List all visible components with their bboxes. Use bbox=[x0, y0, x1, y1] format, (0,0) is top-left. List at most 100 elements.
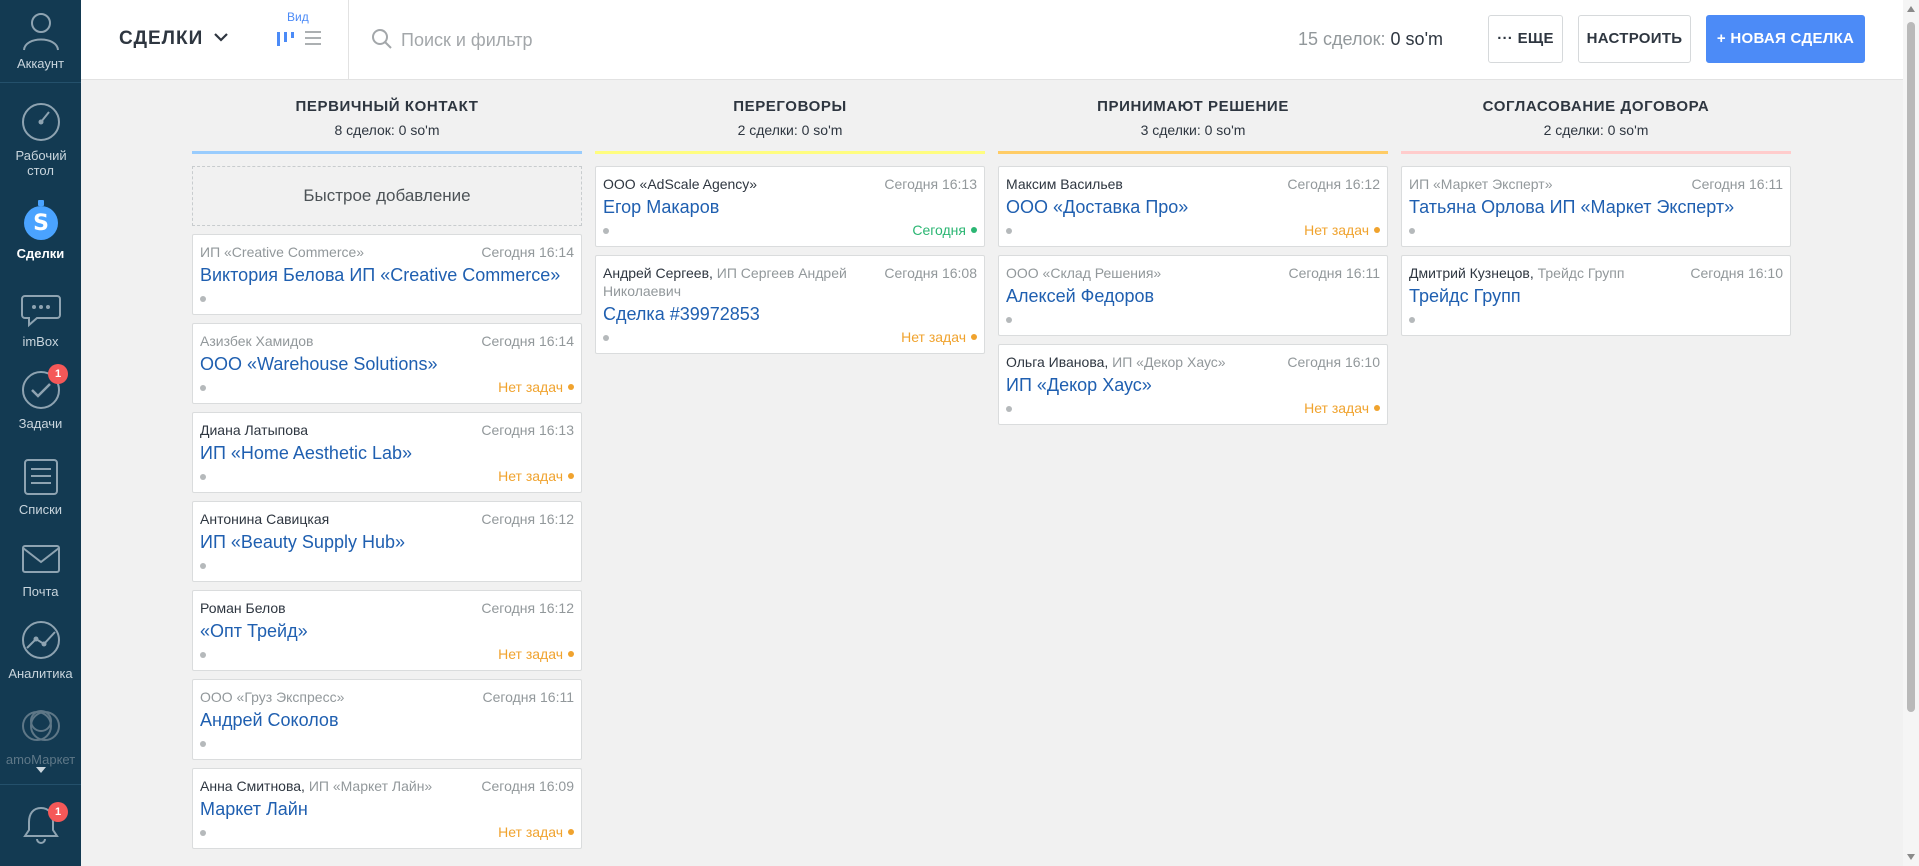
scroll-thumb[interactable] bbox=[1907, 22, 1915, 712]
card-contact[interactable]: ООО «Склад Решения» bbox=[1006, 264, 1169, 282]
kanban-view-icon[interactable] bbox=[274, 28, 296, 48]
deal-card[interactable]: ИП «Маркет Эксперт» Сегодня 16:11 Татьяна … bbox=[1401, 166, 1791, 247]
pipeline-column: ПРИНИМАЮТ РЕШЕНИЕ 3 сделки: 0 so'm Максим … bbox=[998, 80, 1388, 425]
scrollbar[interactable] bbox=[1903, 0, 1919, 866]
new-deal-button[interactable]: + НОВАЯ СДЕЛКА bbox=[1706, 15, 1865, 63]
deal-card[interactable]: Дмитрий Кузнецов, Трейдс Групп Сегодня 16… bbox=[1401, 255, 1791, 336]
envelope-icon bbox=[21, 545, 60, 573]
deal-card[interactable]: Ольга Иванова, ИП «Декор Хаус» Сегодня 16… bbox=[998, 344, 1388, 425]
task-status[interactable]: Нет задач bbox=[498, 645, 574, 663]
column-title: ПЕРЕГОВОРЫ bbox=[733, 98, 847, 115]
task-status[interactable]: Нет задач bbox=[498, 467, 574, 485]
deal-name-link[interactable]: ООО «Warehouse Solutions» bbox=[200, 353, 574, 375]
chevron-down-icon[interactable] bbox=[211, 27, 231, 47]
card-footer: Нет задач bbox=[603, 327, 977, 347]
column-header[interactable]: ПРИНИМАЮТ РЕШЕНИЕ 3 сделки: 0 so'm bbox=[998, 80, 1388, 154]
nav-imbox[interactable]: imBox bbox=[0, 286, 81, 349]
deal-card[interactable]: ИП «Creative Commerce» Сегодня 16:14 Викто… bbox=[192, 234, 582, 315]
task-status[interactable]: Нет задач bbox=[1304, 221, 1380, 239]
task-status[interactable]: Сегодня bbox=[912, 221, 977, 239]
deal-name-link[interactable]: Виктория Белова ИП «Creative Commerce» bbox=[200, 264, 574, 286]
column-color-bar bbox=[1401, 151, 1791, 154]
card-contact[interactable]: Роман Белов bbox=[200, 599, 294, 617]
nav-lists[interactable]: Списки bbox=[0, 454, 81, 517]
deal-card[interactable]: ООО «AdScale Agency» Сегодня 16:13 Егор Ма… bbox=[595, 166, 985, 247]
card-contact[interactable]: Андрей Сергеев, ИП Сергеев Андрей Никола… bbox=[603, 264, 884, 300]
card-contact[interactable]: Антонина Савицкая bbox=[200, 510, 337, 528]
search-input[interactable] bbox=[401, 24, 1061, 56]
column-summary: 8 сделок: 0 so'm bbox=[334, 122, 440, 138]
company-name: ИП «Маркет Лайн» bbox=[308, 778, 433, 794]
deal-name-link[interactable]: ООО «Доставка Про» bbox=[1006, 196, 1380, 218]
deal-name-link[interactable]: ИП «Beauty Supply Hub» bbox=[200, 531, 574, 553]
card-footer: Нет задач bbox=[1006, 398, 1380, 418]
pipeline-column: СОГЛАСОВАНИЕ ДОГОВОРА 2 сделки: 0 so'm ИП … bbox=[1401, 80, 1791, 336]
deal-name-link[interactable]: Егор Макаров bbox=[603, 196, 977, 218]
deal-name-link[interactable]: Алексей Федоров bbox=[1006, 285, 1380, 307]
deal-name-link[interactable]: Андрей Соколов bbox=[200, 709, 574, 731]
nav-analytics[interactable]: Аналитика bbox=[0, 618, 81, 681]
card-time: Сегодня 16:12 bbox=[1287, 176, 1380, 192]
nav-notifications[interactable]: 1 bbox=[0, 802, 81, 850]
list-view-icon[interactable] bbox=[303, 29, 323, 47]
deal-name-link[interactable]: «Опт Трейд» bbox=[200, 620, 574, 642]
deal-name-link[interactable]: Трейдс Групп bbox=[1409, 285, 1783, 307]
nav-dashboard[interactable]: Рабочий стол bbox=[0, 100, 81, 178]
chevron-down-icon[interactable] bbox=[35, 767, 46, 773]
contact-name: ООО «AdScale Agency» bbox=[603, 176, 758, 192]
setup-button[interactable]: НАСТРОИТЬ bbox=[1578, 15, 1691, 63]
deal-card[interactable]: Антонина Савицкая Сегодня 16:12 ИП «Beauty… bbox=[192, 501, 582, 582]
scroll-down-arrow-icon[interactable] bbox=[1907, 854, 1915, 860]
card-contact[interactable]: Дмитрий Кузнецов, Трейдс Групп bbox=[1409, 264, 1632, 282]
nav-mail[interactable]: Почта bbox=[0, 536, 81, 599]
task-status[interactable]: Нет задач bbox=[498, 378, 574, 396]
deal-card[interactable]: Диана Латыпова Сегодня 16:13 ИП «Home Aest… bbox=[192, 412, 582, 493]
card-contact[interactable]: Диана Латыпова bbox=[200, 421, 316, 439]
deal-name-link[interactable]: Татьяна Орлова ИП «Маркет Эксперт» bbox=[1409, 196, 1783, 218]
deal-card[interactable]: Азизбек Хамидов Сегодня 16:14 ООО «Warehou… bbox=[192, 323, 582, 404]
deal-name-link[interactable]: ИП «Home Aesthetic Lab» bbox=[200, 442, 574, 464]
card-contact[interactable]: ООО «Груз Экспресс» bbox=[200, 688, 352, 706]
deal-card[interactable]: Роман Белов Сегодня 16:12 «Опт Трейд» Нет з… bbox=[192, 590, 582, 671]
card-contact[interactable]: Максим Васильев bbox=[1006, 175, 1131, 193]
deal-card[interactable]: Максим Васильев Сегодня 16:12 ООО «Доставк… bbox=[998, 166, 1388, 247]
nav-deals[interactable]: S Сделки bbox=[0, 198, 81, 261]
card-header: Азизбек Хамидов Сегодня 16:14 bbox=[200, 332, 574, 350]
card-contact[interactable]: Ольга Иванова, ИП «Декор Хаус» bbox=[1006, 353, 1234, 371]
deal-name-link[interactable]: ИП «Декор Хаус» bbox=[1006, 374, 1380, 396]
pipeline-title[interactable]: СДЕЛКИ bbox=[119, 28, 203, 50]
card-contact[interactable]: Азизбек Хамидов bbox=[200, 332, 321, 350]
status-dot-icon bbox=[568, 473, 574, 479]
card-time: Сегодня 16:13 bbox=[884, 176, 977, 192]
column-header[interactable]: СОГЛАСОВАНИЕ ДОГОВОРА 2 сделки: 0 so'm bbox=[1401, 80, 1791, 154]
deal-card[interactable]: ООО «Груз Экспресс» Сегодня 16:11 Андрей С… bbox=[192, 679, 582, 760]
tag-dot-icon bbox=[200, 652, 206, 658]
card-contact[interactable]: ООО «AdScale Agency» bbox=[603, 175, 765, 193]
quick-add-button[interactable]: Быстрое добавление bbox=[192, 166, 582, 226]
deal-card[interactable]: Андрей Сергеев, ИП Сергеев Андрей Никола… bbox=[595, 255, 985, 354]
nav-tasks-label: Задачи bbox=[18, 416, 63, 431]
scroll-up-arrow-icon[interactable] bbox=[1907, 6, 1915, 12]
column-header[interactable]: ПЕРВИЧНЫЙ КОНТАКТ 8 сделок: 0 so'm bbox=[192, 80, 582, 154]
deal-name-link[interactable]: Сделка #39972853 bbox=[603, 303, 977, 325]
card-time: Сегодня 16:11 bbox=[1691, 176, 1783, 192]
deal-card[interactable]: ООО «Склад Решения» Сегодня 16:11 Алексей … bbox=[998, 255, 1388, 336]
nav-tasks[interactable]: 1 Задачи bbox=[0, 364, 81, 431]
nav-account[interactable]: Аккаунт bbox=[0, 8, 81, 71]
nav-lists-label: Списки bbox=[18, 502, 63, 517]
company-name: ООО «Склад Решения» bbox=[1006, 265, 1162, 281]
column-header[interactable]: ПЕРЕГОВОРЫ 2 сделки: 0 so'm bbox=[595, 80, 985, 154]
card-time: Сегодня 16:11 bbox=[482, 689, 574, 705]
card-contact[interactable]: ИП «Creative Commerce» bbox=[200, 243, 372, 261]
list-icon bbox=[23, 459, 58, 495]
card-contact[interactable]: ИП «Маркет Эксперт» bbox=[1409, 175, 1561, 193]
nav-market[interactable]: amoМаркет bbox=[0, 704, 81, 773]
task-status[interactable]: Нет задач bbox=[1304, 399, 1380, 417]
task-status[interactable]: Нет задач bbox=[901, 328, 977, 346]
deal-card[interactable]: Анна Смитнова, ИП «Маркет Лайн» Сегодня 1… bbox=[192, 768, 582, 849]
tag-dot-icon bbox=[1006, 317, 1012, 323]
card-contact[interactable]: Анна Смитнова, ИП «Маркет Лайн» bbox=[200, 777, 440, 795]
more-button[interactable]: ··· ЕЩЕ bbox=[1488, 15, 1563, 63]
task-status[interactable]: Нет задач bbox=[498, 823, 574, 841]
deal-name-link[interactable]: Маркет Лайн bbox=[200, 798, 574, 820]
